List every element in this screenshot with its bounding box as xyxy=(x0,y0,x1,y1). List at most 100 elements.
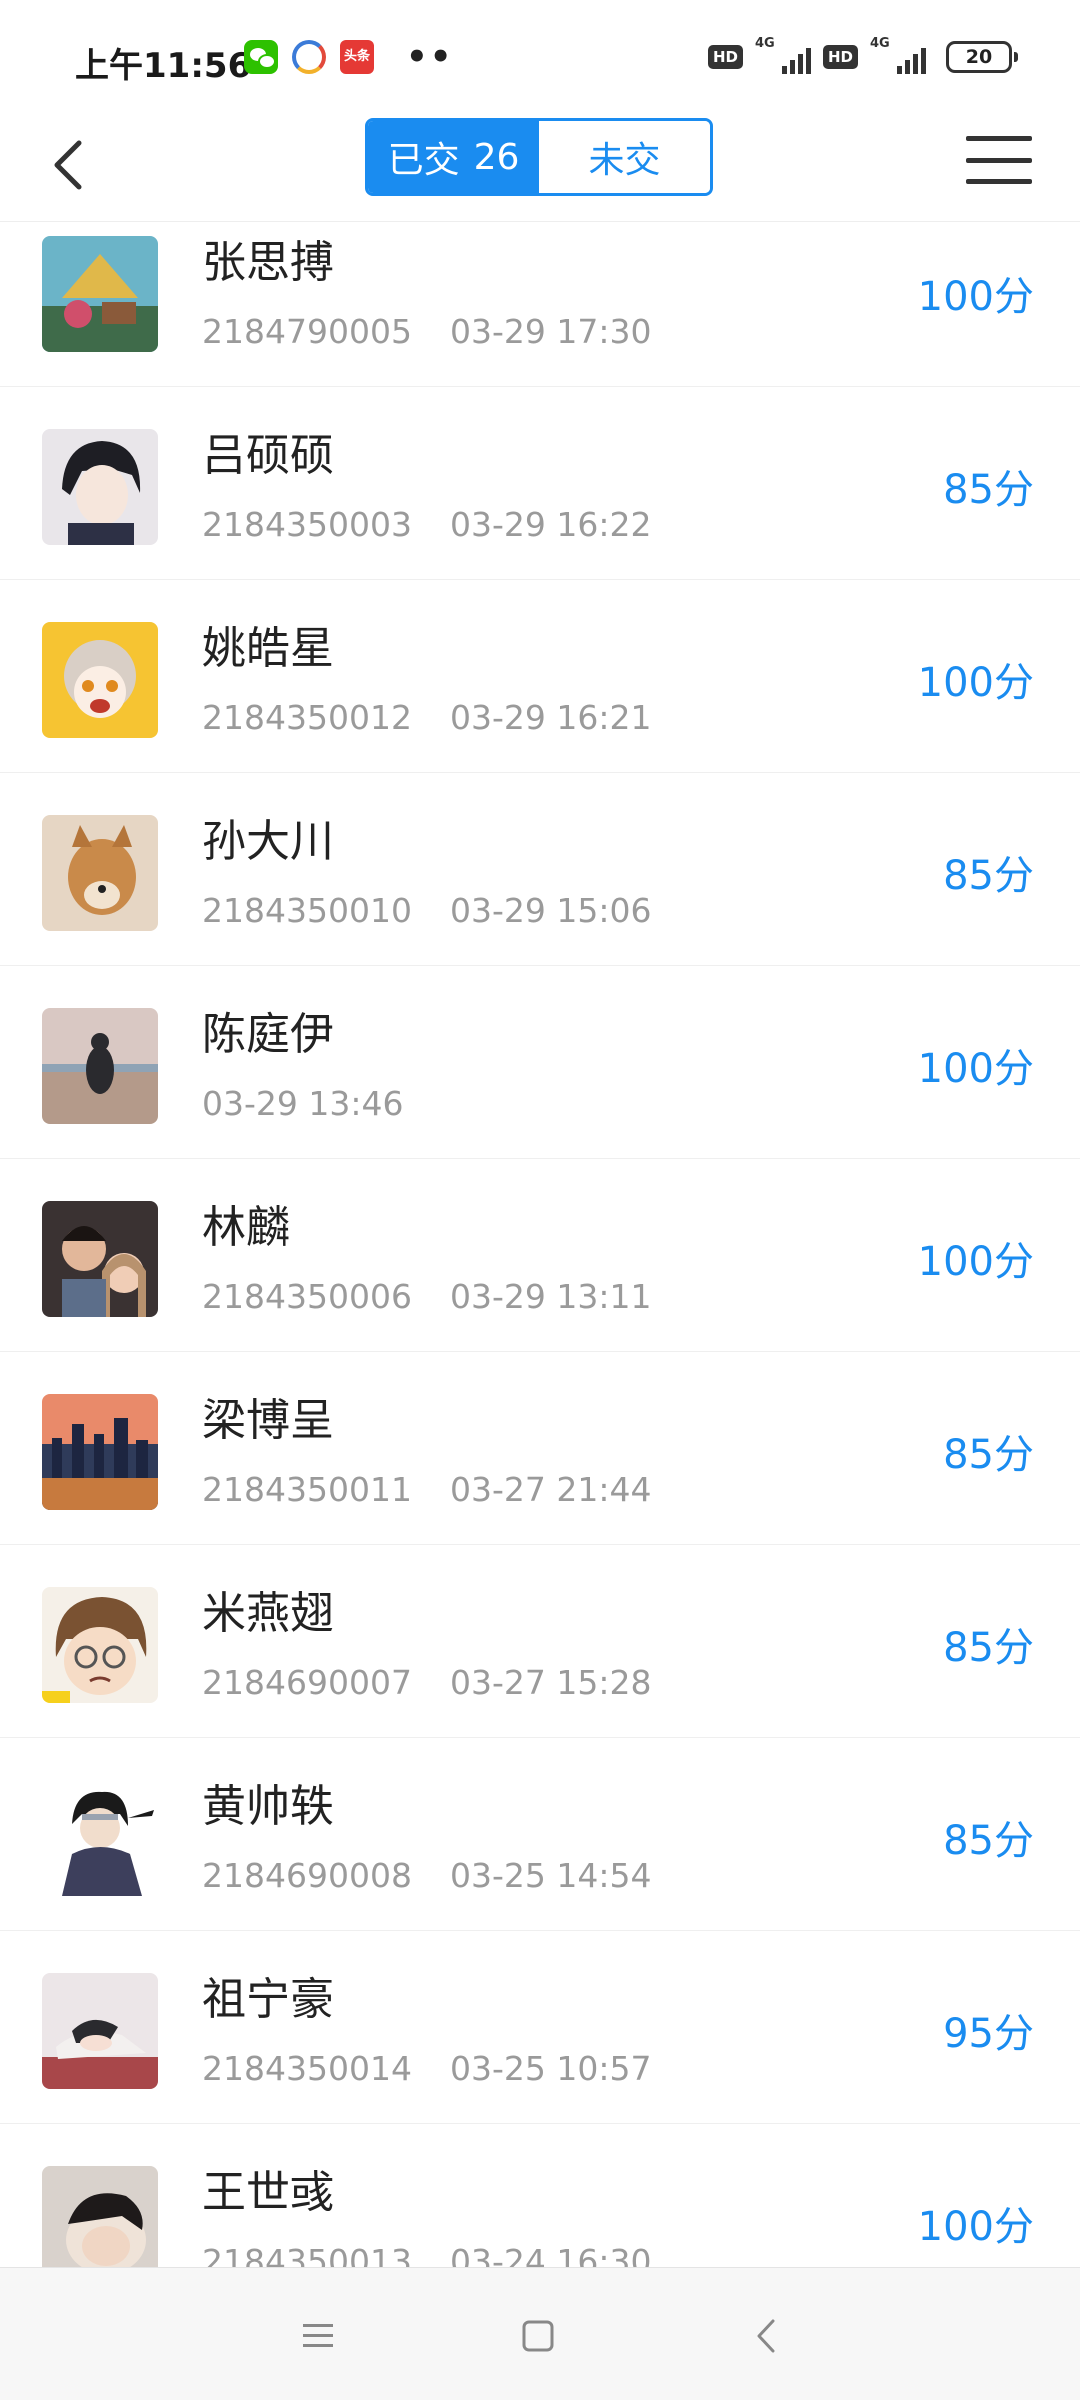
student-id: 2184350010 xyxy=(202,891,412,930)
student-name: 祖宁豪 xyxy=(202,1974,334,2025)
score: 100分 xyxy=(917,2204,1034,2250)
student-name: 梁博呈 xyxy=(202,1395,334,1446)
submit-time: 03-29 13:46 xyxy=(202,1084,404,1123)
list-item[interactable]: 黄帅轶 2184690008 03-25 14:54 85分 xyxy=(0,1738,1080,1931)
avatar xyxy=(42,622,158,738)
submit-time: 03-29 16:22 xyxy=(449,505,652,544)
tab-unsubmitted-label: 未交 xyxy=(588,140,661,181)
student-name: 黄帅轶 xyxy=(202,1781,334,1832)
chevron-left-icon xyxy=(54,140,82,190)
avatar xyxy=(42,815,158,931)
score: 100分 xyxy=(917,1239,1034,1285)
score: 85分 xyxy=(943,1625,1034,1671)
submission-meta: 2184690007 03-27 15:28 xyxy=(202,1663,651,1702)
student-id: 2184350014 xyxy=(202,2049,412,2088)
tab-submitted[interactable]: 已交 26 xyxy=(368,121,539,193)
list-item[interactable]: 吕硕硕 2184350003 03-29 16:22 85分 xyxy=(0,387,1080,580)
list-item[interactable]: 林麟 2184350006 03-29 13:11 100分 xyxy=(0,1159,1080,1352)
header: 已交 26 未交 xyxy=(0,110,1080,222)
battery-icon: 20 xyxy=(946,41,1018,73)
submit-time: 03-27 15:28 xyxy=(449,1663,652,1702)
toutiao-icon: 头条 xyxy=(340,40,374,74)
more-notifications-icon: •• xyxy=(406,37,454,77)
notification-icons: 头条 •• xyxy=(244,40,453,74)
home-button[interactable] xyxy=(508,2306,568,2366)
student-id: 2184690007 xyxy=(202,1663,412,1702)
student-name: 米燕翅 xyxy=(202,1588,334,1639)
score: 85分 xyxy=(943,853,1034,899)
status-bar: 上午11:56 头条 •• HD 4G HD 4G 20 xyxy=(0,0,1080,110)
list-item[interactable]: 梁博呈 2184350011 03-27 21:44 85分 xyxy=(0,1352,1080,1545)
system-back-button[interactable] xyxy=(736,2306,796,2366)
avatar xyxy=(42,2166,158,2267)
submission-meta: 2184350013 03-24 16:30 xyxy=(202,2242,651,2267)
signal-icon: 4G xyxy=(755,36,811,74)
app-circle-icon xyxy=(292,40,326,74)
status-time: 上午11:56 xyxy=(75,46,252,86)
system-navigation-bar xyxy=(0,2267,1080,2400)
submission-meta: 2184350011 03-27 21:44 xyxy=(202,1470,651,1509)
submission-meta: 2184350006 03-29 13:11 xyxy=(202,1277,651,1316)
wechat-icon xyxy=(244,40,278,74)
submission-meta: 2184350003 03-29 16:22 xyxy=(202,505,651,544)
square-icon xyxy=(522,2320,554,2352)
score: 95分 xyxy=(943,2011,1034,2057)
submission-meta: 2184790005 03-29 17:30 xyxy=(202,312,651,351)
submit-time: 03-29 15:06 xyxy=(449,891,652,930)
signal-icon: 4G xyxy=(870,36,926,74)
student-id: 2184690008 xyxy=(202,1856,412,1895)
student-id: 2184350011 xyxy=(202,1470,412,1509)
list-item[interactable]: 王世彧 2184350013 03-24 16:30 100分 xyxy=(0,2124,1080,2267)
score: 85分 xyxy=(943,467,1034,513)
submission-meta: 2184350012 03-29 16:21 xyxy=(202,698,651,737)
avatar xyxy=(42,1201,158,1317)
avatar xyxy=(42,236,158,352)
avatar xyxy=(42,1973,158,2089)
hd-badge: HD xyxy=(822,45,858,69)
avatar xyxy=(42,1780,158,1896)
list-item[interactable]: 米燕翅 2184690007 03-27 15:28 85分 xyxy=(0,1545,1080,1738)
submit-time: 03-24 16:30 xyxy=(449,2242,652,2267)
student-name: 王世彧 xyxy=(202,2167,334,2218)
student-id: 2184350006 xyxy=(202,1277,412,1316)
score: 85分 xyxy=(943,1432,1034,1478)
list-item[interactable]: 祖宁豪 2184350014 03-25 10:57 95分 xyxy=(0,1931,1080,2124)
recent-apps-button[interactable] xyxy=(288,2306,348,2366)
list-item[interactable]: 孙大川 2184350010 03-29 15:06 85分 xyxy=(0,773,1080,966)
submit-time: 03-25 10:57 xyxy=(449,2049,652,2088)
student-list: 张思搏 2184790005 03-29 17:30 100分 吕硕硕 21843… xyxy=(0,222,1080,2267)
student-name: 吕硕硕 xyxy=(202,430,334,481)
student-id: 2184790005 xyxy=(202,312,412,351)
avatar xyxy=(42,429,158,545)
list-item[interactable]: 张思搏 2184790005 03-29 17:30 100分 xyxy=(0,222,1080,387)
student-name: 林麟 xyxy=(202,1202,290,1253)
student-name: 陈庭伊 xyxy=(202,1009,334,1060)
submission-meta: 2184690008 03-25 14:54 xyxy=(202,1856,651,1895)
submission-meta: 2184350010 03-29 15:06 xyxy=(202,891,651,930)
hd-badge: HD xyxy=(707,45,743,69)
submission-tabs: 已交 26 未交 xyxy=(365,118,713,196)
list-item[interactable]: 陈庭伊 03-29 13:46 100分 xyxy=(0,966,1080,1159)
list-item[interactable]: 姚皓星 2184350012 03-29 16:21 100分 xyxy=(0,580,1080,773)
avatar xyxy=(42,1394,158,1510)
menu-button[interactable] xyxy=(966,130,1032,190)
chevron-left-icon xyxy=(757,2319,775,2353)
submit-time: 03-29 17:30 xyxy=(449,312,652,351)
submission-meta: 03-29 13:46 xyxy=(202,1084,403,1123)
score: 85分 xyxy=(943,1818,1034,1864)
student-id: 2184350012 xyxy=(202,698,412,737)
student-id: 2184350013 xyxy=(202,2242,412,2267)
submit-time: 03-25 14:54 xyxy=(449,1856,652,1895)
back-button[interactable] xyxy=(34,130,104,200)
tab-submitted-label: 已交 xyxy=(387,140,460,181)
student-id: 2184350003 xyxy=(202,505,412,544)
submission-meta: 2184350014 03-25 10:57 xyxy=(202,2049,651,2088)
submit-time: 03-29 16:21 xyxy=(449,698,652,737)
tab-unsubmitted[interactable]: 未交 xyxy=(539,121,710,193)
submit-time: 03-27 21:44 xyxy=(449,1470,652,1509)
submit-time: 03-29 13:11 xyxy=(449,1277,652,1316)
menu-icon xyxy=(966,136,1032,141)
student-name: 姚皓星 xyxy=(202,623,334,674)
score: 100分 xyxy=(917,660,1034,706)
avatar xyxy=(42,1008,158,1124)
